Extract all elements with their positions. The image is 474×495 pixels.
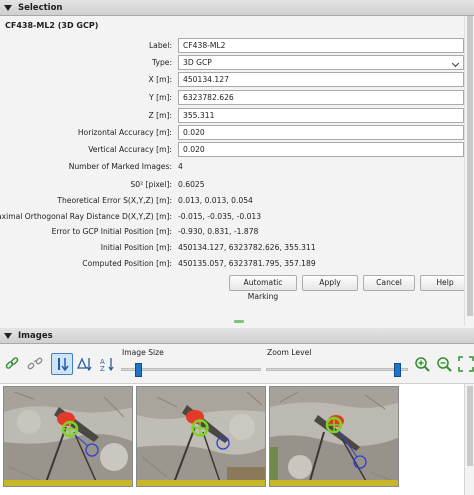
image-status-strip: [4, 480, 132, 486]
horizontal-accuracy-input[interactable]: 0.020: [178, 125, 464, 140]
error-initial-row: Error to GCP Initial Position [m]: -0.93…: [0, 224, 464, 240]
y-caption: Y [m]:: [149, 93, 172, 102]
thumbnails-scrollbar[interactable]: [464, 384, 474, 495]
max-ray-distance-value: -0.015, -0.035, -0.013: [178, 212, 262, 221]
theoretical-error-value: 0.013, 0.013, 0.054: [178, 196, 253, 205]
image-thumbnails: [0, 384, 474, 495]
type-row: Type: 3D GCP: [0, 55, 464, 71]
image-thumbnail[interactable]: [136, 386, 266, 487]
computed-position-row: Computed Position [m]: 450135.057, 63237…: [0, 256, 464, 272]
horizontal-accuracy-row: Horizontal Accuracy [m]: 0.020: [0, 125, 464, 141]
vertical-accuracy-row: Vertical Accuracy [m]: 0.020: [0, 142, 464, 158]
image-size-slider-thumb[interactable]: [135, 363, 142, 377]
fit-icon[interactable]: [458, 356, 474, 372]
s0-value: 0.6025: [178, 180, 205, 189]
ground-photo-image: [4, 387, 132, 486]
link-icon[interactable]: [4, 356, 20, 372]
x-input[interactable]: 450134.127: [178, 72, 464, 87]
automatic-marking-button[interactable]: Automatic Marking: [229, 275, 297, 301]
max-ray-distance-caption: Maximal Orthogonal Ray Distance D(X,Y,Z)…: [0, 212, 172, 221]
type-select[interactable]: 3D GCP: [178, 55, 464, 70]
images-section-header[interactable]: Images: [0, 328, 474, 344]
image-size-label: Image Size: [122, 348, 164, 357]
image-status-strip: [137, 480, 265, 486]
zoom-level-label: Zoom Level: [267, 348, 312, 357]
selection-scroll-thumb[interactable]: [467, 16, 473, 316]
label-input[interactable]: CF438-ML2: [178, 38, 464, 53]
collapse-triangle-icon[interactable]: [4, 4, 12, 11]
images-title: Images: [18, 330, 53, 341]
computed-position-caption: Computed Position [m]:: [82, 259, 172, 268]
max-ray-distance-row: Maximal Orthogonal Ray Distance D(X,Y,Z)…: [0, 209, 464, 225]
error-initial-caption: Error to GCP Initial Position [m]:: [51, 227, 172, 236]
sort-triangle-icon[interactable]: [77, 356, 93, 372]
sort-vertical-icon: [58, 358, 69, 372]
marked-images-caption: Number of Marked Images:: [68, 162, 172, 171]
collapse-triangle-icon[interactable]: [4, 332, 12, 339]
computed-position-value: 450135.057, 6323781.795, 357.189: [178, 259, 316, 268]
images-toolbar: A Z Image Size Zoom Level: [0, 344, 474, 384]
x-row: X [m]: 450134.127: [0, 72, 464, 88]
ground-photo-image: [137, 387, 265, 486]
selection-scrollbar[interactable]: [464, 16, 474, 326]
help-button[interactable]: Help: [420, 275, 470, 291]
y-row: Y [m]: 6323782.626: [0, 90, 464, 106]
image-size-slider[interactable]: [121, 368, 261, 371]
s0-row: S0² [pixel]: 0.6025: [0, 177, 464, 193]
z-row: Z [m]: 355.311: [0, 108, 464, 124]
zoom-out-icon[interactable]: [436, 356, 452, 372]
image-status-strip: [270, 480, 398, 486]
panel-splitter-handle[interactable]: [234, 320, 244, 323]
cancel-button[interactable]: Cancel: [363, 275, 415, 291]
selection-title: Selection: [18, 2, 63, 13]
s0-caption: S0² [pixel]:: [130, 180, 172, 189]
svg-text:Z: Z: [100, 365, 105, 372]
initial-position-row: Initial Position [m]: 450134.127, 632378…: [0, 240, 464, 256]
sort-vertical-button[interactable]: [51, 353, 73, 375]
vertical-accuracy-caption: Vertical Accuracy [m]:: [88, 145, 172, 154]
x-caption: X [m]:: [148, 75, 173, 84]
horizontal-accuracy-caption: Horizontal Accuracy [m]:: [77, 128, 172, 137]
thumbnails-scroll-thumb[interactable]: [467, 386, 473, 466]
zoom-level-slider[interactable]: [266, 368, 408, 371]
unlink-icon[interactable]: [27, 356, 43, 372]
point-title: CF438-ML2 (3D GCP): [5, 21, 99, 30]
zoom-level-slider-thumb[interactable]: [393, 363, 401, 377]
zoom-in-icon[interactable]: [414, 356, 430, 372]
initial-position-caption: Initial Position [m]:: [100, 243, 172, 252]
error-initial-value: -0.930, 0.831, -1.878: [178, 227, 259, 236]
image-thumbnail[interactable]: [269, 386, 399, 487]
empty-thumbnail-area: [402, 386, 462, 487]
theoretical-error-caption: Theoretical Error S(X,Y,Z) [m]:: [57, 196, 172, 205]
ground-photo-image: [270, 387, 398, 486]
vertical-accuracy-input[interactable]: 0.020: [178, 142, 464, 157]
y-input[interactable]: 6323782.626: [178, 90, 464, 105]
initial-position-value: 450134.127, 6323782.626, 355.311: [178, 243, 316, 252]
apply-button[interactable]: Apply: [302, 275, 358, 291]
z-caption: Z [m]:: [148, 111, 173, 120]
label-row: Label: CF438-ML2: [0, 38, 464, 54]
theoretical-error-row: Theoretical Error S(X,Y,Z) [m]: 0.013, 0…: [0, 193, 464, 209]
image-thumbnail[interactable]: [3, 386, 133, 487]
sort-az-icon[interactable]: A Z: [99, 356, 115, 372]
selection-section-header[interactable]: Selection: [0, 0, 474, 16]
marked-images-value: 4: [178, 162, 183, 171]
z-input[interactable]: 355.311: [178, 108, 464, 123]
label-caption: Label:: [148, 41, 172, 50]
type-caption: Type:: [152, 58, 172, 67]
marked-images-row: Number of Marked Images: 4: [0, 159, 464, 175]
